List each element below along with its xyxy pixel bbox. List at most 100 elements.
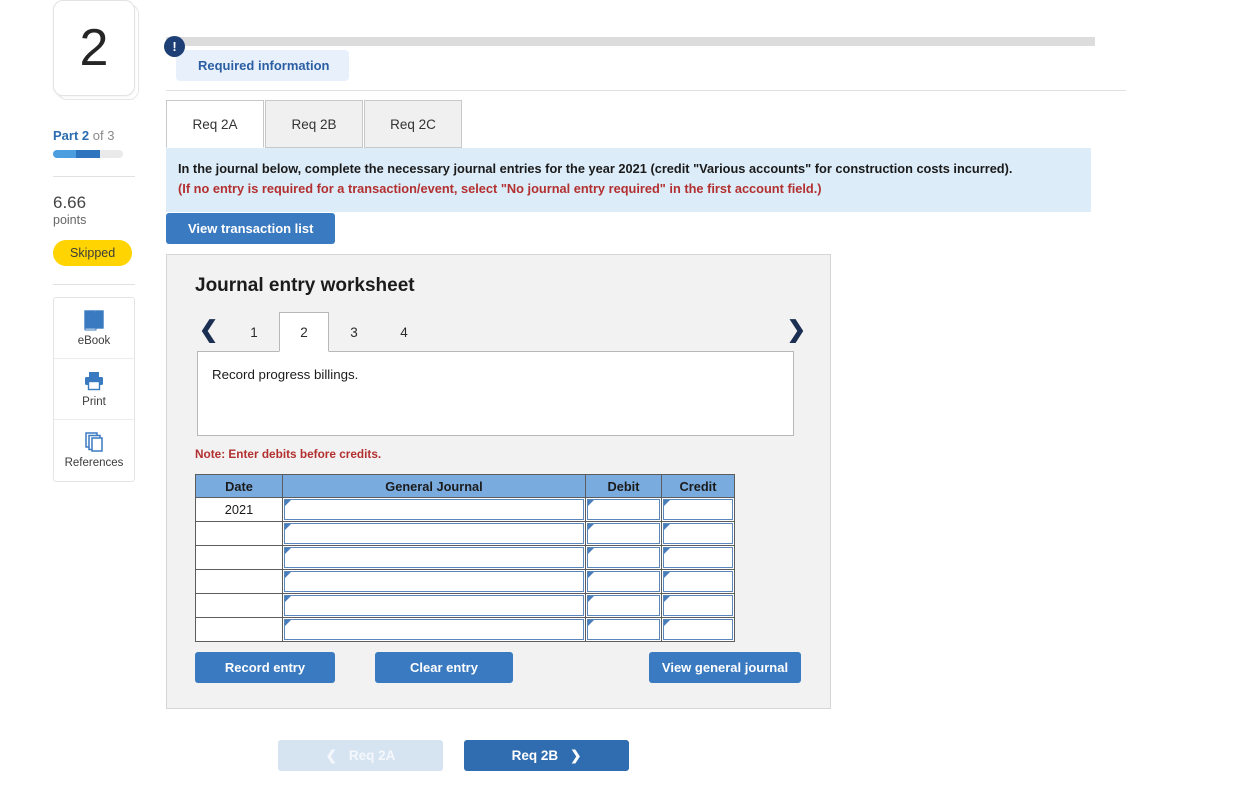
worksheet-page-1[interactable]: 1 xyxy=(229,312,279,352)
cell-date[interactable] xyxy=(195,617,283,642)
clear-entry-button[interactable]: Clear entry xyxy=(375,652,513,683)
credit-input[interactable] xyxy=(663,571,733,592)
cell-general-journal[interactable] xyxy=(282,521,586,546)
required-information-label: Required information xyxy=(198,58,330,73)
sidebar-item-print[interactable]: Print xyxy=(54,359,134,420)
points-block: 6.66 points xyxy=(53,192,141,229)
account-select[interactable] xyxy=(284,499,584,520)
cell-credit[interactable] xyxy=(661,545,735,570)
cell-date[interactable] xyxy=(195,593,283,618)
cell-credit[interactable] xyxy=(661,593,735,618)
cell-general-journal[interactable] xyxy=(282,497,586,522)
worksheet-title: Journal entry worksheet xyxy=(195,275,415,296)
worksheet-pager: ❮ 1 2 3 4 ❯ xyxy=(193,312,816,352)
debit-input[interactable] xyxy=(587,499,660,520)
sidebar-divider-2 xyxy=(53,283,135,285)
cell-credit[interactable] xyxy=(661,497,735,522)
part-current: Part 2 xyxy=(53,128,90,143)
cell-debit[interactable] xyxy=(585,617,662,642)
tab-req-2a[interactable]: Req 2A xyxy=(166,100,264,148)
cell-debit[interactable] xyxy=(585,545,662,570)
tab-req-2a-label: Req 2A xyxy=(192,116,238,132)
credit-input[interactable] xyxy=(663,499,733,520)
table-row xyxy=(195,521,735,546)
cell-debit[interactable] xyxy=(585,497,662,522)
cell-debit[interactable] xyxy=(585,521,662,546)
account-select[interactable] xyxy=(284,547,584,568)
sidebar-item-ebook-label: eBook xyxy=(77,334,111,347)
sidebar-item-print-label: Print xyxy=(82,395,106,408)
column-header-debit: Debit xyxy=(585,474,662,498)
progress-segment-1 xyxy=(53,150,77,158)
journal-entry-worksheet: Journal entry worksheet ❮ 1 2 3 4 ❯ Reco… xyxy=(166,254,831,709)
header-divider xyxy=(166,90,1126,91)
next-requirement-label: Req 2B xyxy=(511,748,559,763)
debit-input[interactable] xyxy=(587,619,660,640)
points-label: points xyxy=(53,213,87,228)
references-icon xyxy=(82,431,106,453)
cell-general-journal[interactable] xyxy=(282,569,586,594)
status-badge: Skipped xyxy=(53,239,133,266)
worksheet-actions: Record entry Clear entry View general jo… xyxy=(195,652,805,684)
printer-icon xyxy=(82,370,106,392)
account-select[interactable] xyxy=(284,595,584,616)
cell-date[interactable]: 2021 xyxy=(195,497,283,522)
credit-input[interactable] xyxy=(663,547,733,568)
debit-input[interactable] xyxy=(587,547,660,568)
requirement-tabs: Req 2A Req 2B Req 2C xyxy=(166,100,463,148)
table-header-row: Date General Journal Debit Credit xyxy=(195,474,735,498)
cell-date[interactable] xyxy=(195,545,283,570)
journal-entry-table: Date General Journal Debit Credit 2021 xyxy=(195,474,735,642)
account-select[interactable] xyxy=(284,571,584,592)
cell-general-journal[interactable] xyxy=(282,593,586,618)
chevron-left-icon[interactable]: ❮ xyxy=(199,318,218,341)
view-transaction-list-button[interactable]: View transaction list xyxy=(166,213,336,244)
previous-requirement-button[interactable]: ❮ Req 2A xyxy=(278,740,443,771)
credit-input[interactable] xyxy=(663,619,733,640)
chevron-right-icon[interactable]: ❯ xyxy=(787,318,806,341)
question-number: 2 xyxy=(79,19,109,77)
required-information-badge: ! Required information xyxy=(164,36,350,81)
cell-date[interactable] xyxy=(195,521,283,546)
worksheet-page-3[interactable]: 3 xyxy=(329,312,379,352)
tab-req-2b-label: Req 2B xyxy=(291,116,337,132)
table-row xyxy=(195,593,735,618)
account-select[interactable] xyxy=(284,523,584,544)
record-entry-button[interactable]: Record entry xyxy=(195,652,335,683)
cell-credit[interactable] xyxy=(661,617,735,642)
tab-req-2c[interactable]: Req 2C xyxy=(364,100,462,148)
debit-input[interactable] xyxy=(587,523,660,544)
part-indicator: Part 2 of 3 xyxy=(53,128,141,143)
credit-input[interactable] xyxy=(663,595,733,616)
worksheet-page-4[interactable]: 4 xyxy=(379,312,429,352)
debits-before-credits-note: Note: Enter debits before credits. xyxy=(195,447,382,461)
table-row xyxy=(195,569,735,594)
cell-credit[interactable] xyxy=(661,569,735,594)
next-requirement-button[interactable]: Req 2B ❯ xyxy=(464,740,629,771)
cell-debit[interactable] xyxy=(585,569,662,594)
horizontal-scrollbar[interactable] xyxy=(166,37,1095,46)
points-value: 6.66 xyxy=(53,193,87,212)
cell-debit[interactable] xyxy=(585,593,662,618)
sidebar-item-ebook[interactable]: eBook xyxy=(54,298,134,359)
tab-req-2b[interactable]: Req 2B xyxy=(265,100,363,148)
view-general-journal-button[interactable]: View general journal xyxy=(649,652,801,683)
date-value: 2021 xyxy=(224,502,254,517)
cell-general-journal[interactable] xyxy=(282,617,586,642)
cell-credit[interactable] xyxy=(661,521,735,546)
cell-date[interactable] xyxy=(195,569,283,594)
table-row xyxy=(195,545,735,570)
worksheet-page-2[interactable]: 2 xyxy=(279,312,329,352)
cell-general-journal[interactable] xyxy=(282,545,586,570)
debit-input[interactable] xyxy=(587,595,660,616)
part-progress-bar xyxy=(53,150,123,158)
transaction-description: Record progress billings. xyxy=(197,351,794,436)
credit-input[interactable] xyxy=(663,523,733,544)
debit-input[interactable] xyxy=(587,571,660,592)
sidebar-item-references[interactable]: References xyxy=(54,420,134,481)
exclamation-icon: ! xyxy=(164,36,185,57)
column-header-credit: Credit xyxy=(661,474,735,498)
account-select[interactable] xyxy=(284,619,584,640)
ebook-icon xyxy=(82,309,106,331)
table-row: 2021 xyxy=(195,497,735,522)
